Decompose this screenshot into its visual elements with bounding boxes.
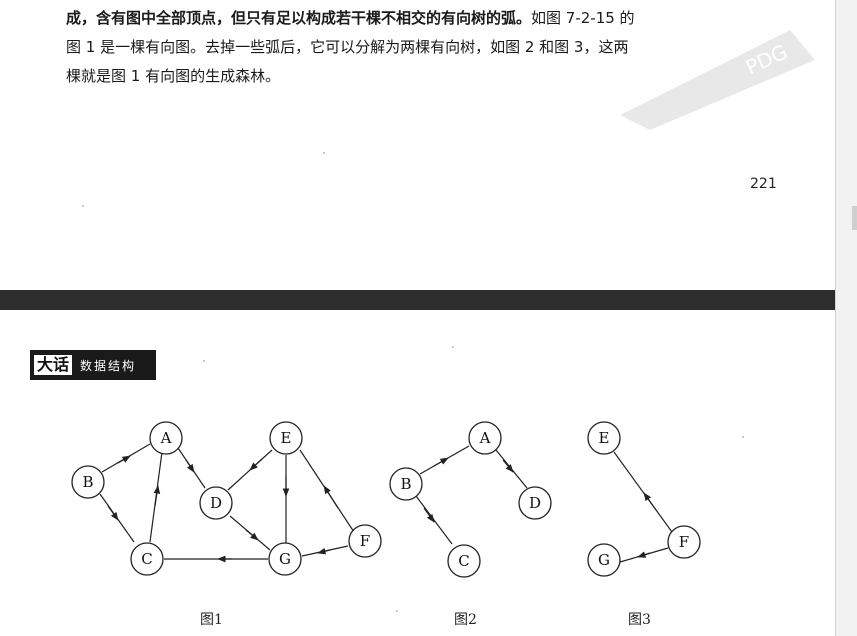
edge-a-d-fig2 <box>495 449 528 489</box>
node-e: E <box>587 421 621 455</box>
node-g: G <box>268 542 302 576</box>
node-g: G <box>587 543 621 577</box>
svg-text:B: B <box>400 475 411 493</box>
page-number: 221 <box>750 176 777 192</box>
node-d: D <box>199 486 233 520</box>
svg-text:F: F <box>360 532 370 550</box>
svg-text:G: G <box>279 550 291 568</box>
page-221: 成，含有图中全部顶点，但只有足以构成若干棵不相交的有向树的弧。如图 7-2-15… <box>0 0 835 290</box>
node-a: A <box>149 421 183 455</box>
scan-speck <box>82 205 84 207</box>
svg-text:E: E <box>281 429 292 447</box>
figure-2-edges <box>415 445 528 545</box>
svg-text:F: F <box>679 533 689 551</box>
node-e: E <box>269 421 303 455</box>
node-a: A <box>468 421 502 455</box>
svg-text:B: B <box>82 473 93 491</box>
svg-text:D: D <box>529 494 541 512</box>
scrollbar-thumb[interactable] <box>852 206 857 230</box>
text-line-1-bold: 成，含有图中全部顶点，但只有足以构成若干棵不相交的有向树的弧。 <box>66 9 532 27</box>
edge-f-e-fig3 <box>613 451 673 533</box>
node-b: B <box>389 467 423 501</box>
figure-2-caption: 图2 <box>454 612 477 628</box>
scan-speck <box>323 152 325 154</box>
svg-text:G: G <box>598 551 610 569</box>
scan-speck <box>742 436 744 438</box>
text-line-3-normal: 棵就是图 1 有向图的生成森林。 <box>66 67 281 85</box>
node-b: B <box>71 465 105 499</box>
scan-speck <box>452 346 454 348</box>
svg-text:A: A <box>479 429 491 447</box>
svg-text:C: C <box>458 552 469 570</box>
scan-speck <box>396 610 398 612</box>
node-c: C <box>447 544 481 578</box>
node-f: F <box>348 524 382 558</box>
figure-1-caption: 图1 <box>200 612 223 628</box>
page-gap <box>0 290 857 310</box>
page-222: 大话 数据结构 A B C D E F G A B C D E F G 图1 图… <box>0 310 835 636</box>
pdg-watermark: PDG <box>620 30 815 130</box>
svg-text:A: A <box>160 429 172 447</box>
node-d: D <box>518 486 552 520</box>
svg-text:D: D <box>210 494 222 512</box>
svg-text:C: C <box>141 550 152 568</box>
svg-text:E: E <box>599 429 610 447</box>
text-line-2-normal: 图 1 是一棵有向图。去掉一些弧后，它可以分解为两棵有向树，如图 2 和图 3，… <box>66 38 629 56</box>
figure-3-edges <box>613 451 673 563</box>
graph-figures: A B C D E F G A B C D E F G <box>71 421 701 578</box>
viewer-scrollbar[interactable] <box>835 0 857 636</box>
edge-b-c-fig2 <box>415 495 453 545</box>
node-c: C <box>130 542 164 576</box>
scan-speck <box>203 360 205 362</box>
figure-3-caption: 图3 <box>628 612 651 628</box>
node-f: F <box>667 525 701 559</box>
